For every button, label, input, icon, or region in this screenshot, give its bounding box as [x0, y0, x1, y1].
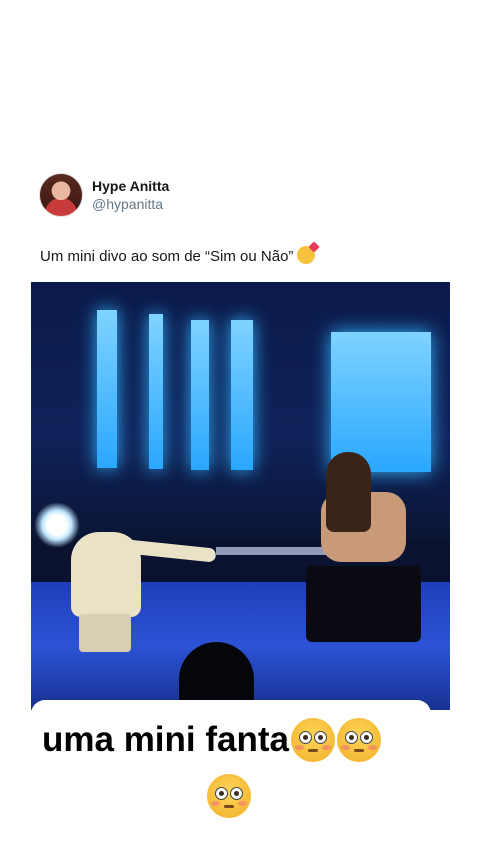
child-dancer	[71, 522, 217, 652]
video-caption: uma mini fanta	[42, 718, 381, 762]
flushed-face-icon	[290, 718, 335, 762]
caption-text: uma mini fanta	[42, 720, 289, 759]
tweet-text-content: Um mini divo ao som de “Sim ou Não”	[40, 248, 294, 265]
flushed-face-icon	[336, 718, 381, 762]
display-name[interactable]: Hype Anitta	[92, 177, 169, 195]
performer	[306, 452, 421, 642]
caption-second-line	[205, 774, 251, 823]
flushed-face-icon	[207, 774, 251, 818]
user-handle[interactable]: @hypanitta	[92, 195, 169, 213]
avatar[interactable]	[39, 173, 83, 217]
led-panel	[191, 320, 209, 470]
tweet-text: Um mini divo ao som de “Sim ou Não”	[40, 246, 316, 265]
tweet-header: Hype Anitta @hypanitta	[39, 173, 169, 217]
led-panel	[231, 320, 253, 470]
video-player[interactable]	[31, 282, 450, 710]
author-info: Hype Anitta @hypanitta	[92, 177, 169, 213]
caption-band	[31, 700, 431, 720]
led-panel	[149, 314, 163, 469]
led-panel	[331, 332, 431, 472]
led-panel	[97, 310, 117, 468]
smiling-face-with-hearts-icon	[297, 246, 316, 264]
